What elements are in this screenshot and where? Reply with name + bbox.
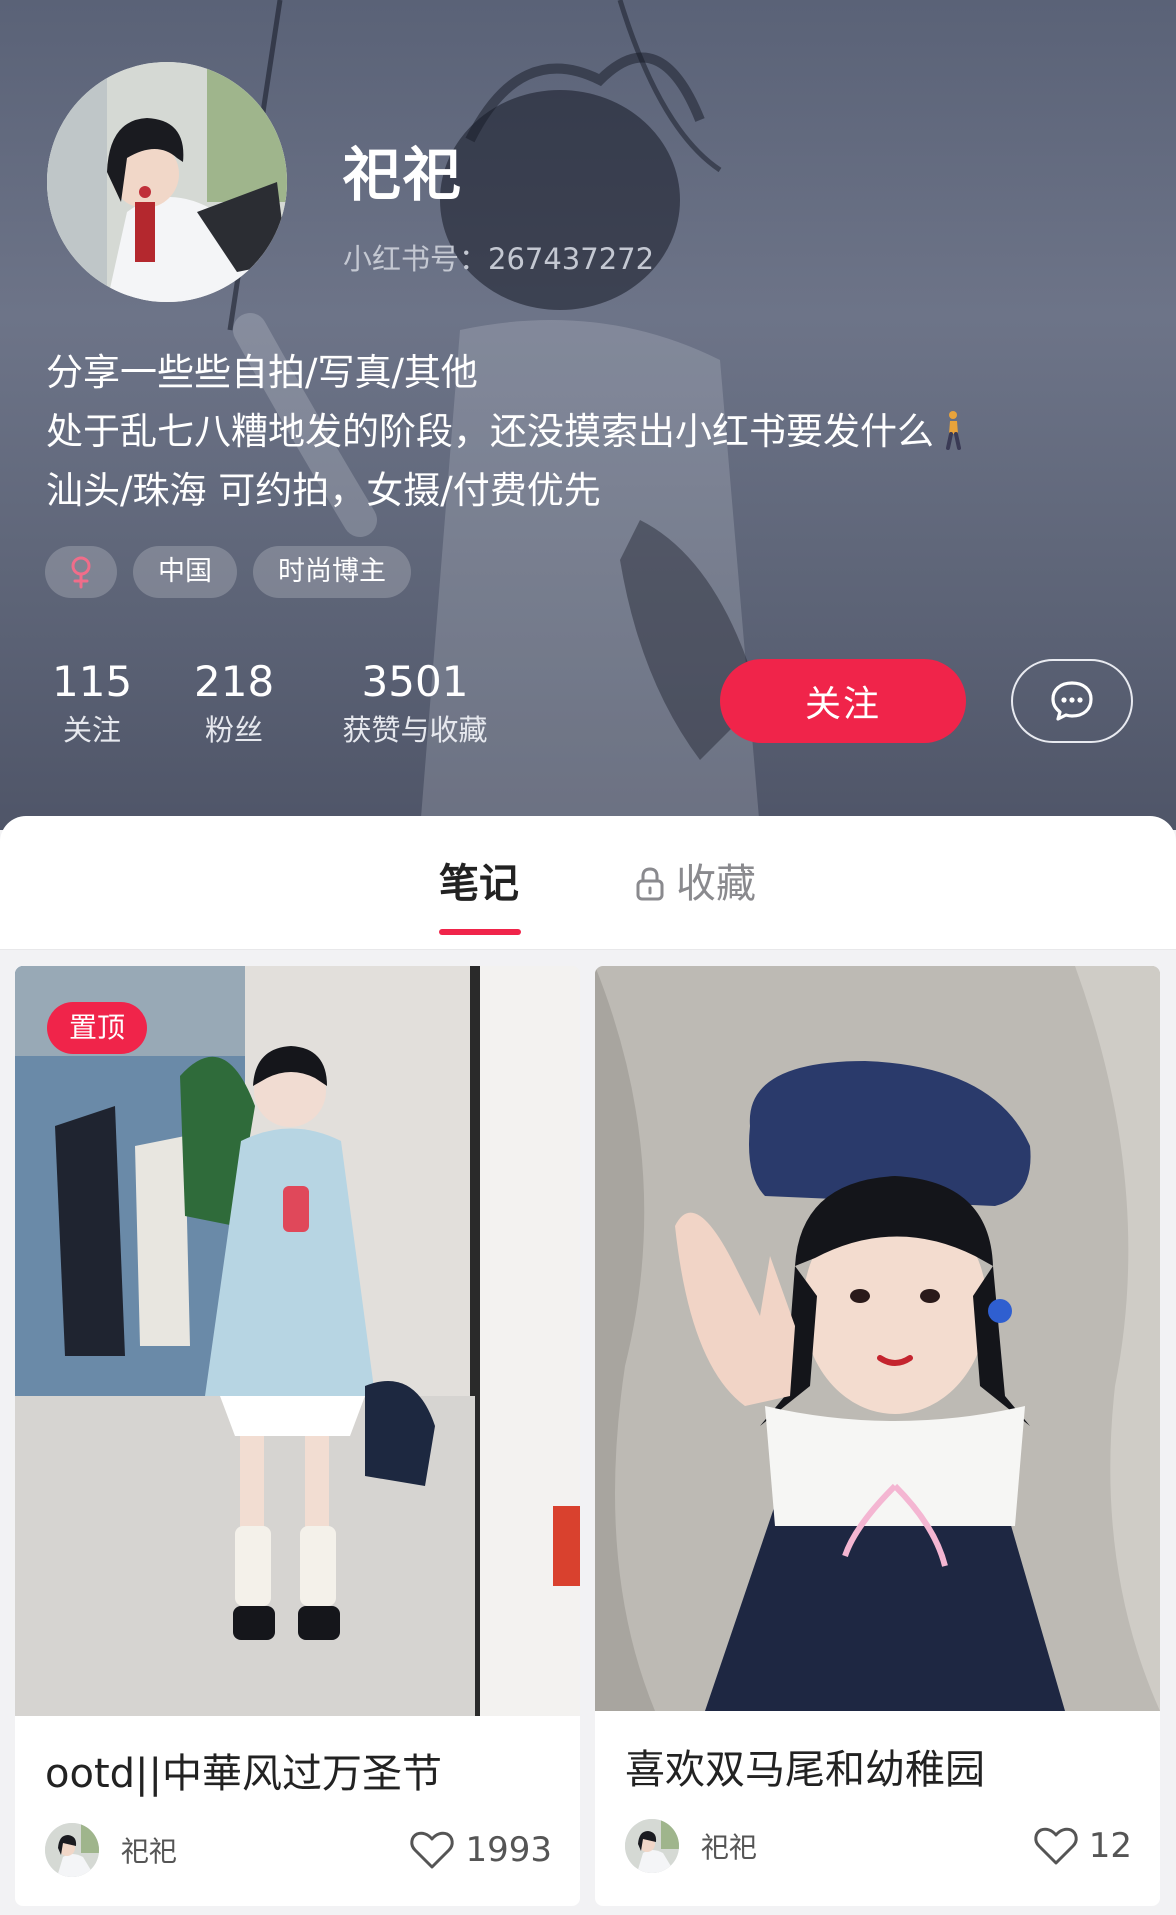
bio-line: 处于乱七八糟地发的阶段，还没摸索出小红书要发什么: [46, 407, 964, 466]
note-meta: 祀祀 12: [625, 1818, 1132, 1874]
note-card[interactable]: 喜欢双马尾和幼稚园 祀祀 12: [595, 966, 1160, 1906]
pinned-badge: 置顶: [47, 1002, 147, 1054]
message-button[interactable]: [1011, 659, 1133, 743]
tag-row: 中国 时尚博主: [45, 546, 411, 598]
note-title[interactable]: 喜欢双马尾和幼稚园: [625, 1737, 985, 1795]
lock-icon: [636, 867, 664, 901]
note-cover-image[interactable]: 置顶: [15, 966, 580, 1716]
like-count: 1993: [465, 1830, 552, 1870]
like-button[interactable]: 12: [1033, 1825, 1132, 1867]
tag-category: 时尚博主: [253, 546, 411, 598]
author-avatar[interactable]: [625, 1819, 679, 1873]
tag-region: 中国: [133, 546, 237, 598]
note-title[interactable]: ootd||中華风过万圣节: [45, 1741, 442, 1799]
note-cover-image[interactable]: [595, 966, 1160, 1711]
like-button[interactable]: 1993: [409, 1829, 552, 1871]
stat-followers-label: 粉丝: [204, 713, 263, 747]
heart-icon: [1034, 1827, 1078, 1865]
user-id: 小红书号：267437272: [343, 242, 655, 276]
note-cover-photo: [15, 966, 580, 1716]
stat-likes-collects-label: 获赞与收藏: [342, 713, 488, 747]
female-icon: [71, 556, 91, 589]
stat-likes-collects-count: 3501: [361, 657, 469, 706]
stat-following-count: 115: [52, 657, 133, 706]
stat-following-label: 关注: [62, 713, 121, 747]
walking-person-icon: [946, 411, 961, 450]
heart-icon: [410, 1831, 455, 1869]
author-name[interactable]: 祀祀: [121, 1830, 409, 1870]
tab-bar: 笔记 收藏: [0, 816, 1176, 950]
author-name[interactable]: 祀祀: [701, 1826, 1033, 1866]
follow-button[interactable]: 关注: [720, 659, 966, 743]
tab-notes[interactable]: 笔记: [439, 858, 519, 910]
note-cover-photo: [595, 966, 1160, 1711]
chat-bubble-icon: [1051, 681, 1093, 721]
tag-gender: [45, 546, 117, 598]
author-avatar-photo: [45, 1823, 99, 1877]
nickname: 祀祀: [343, 141, 464, 209]
author-avatar-photo: [625, 1819, 679, 1873]
bio-line: 分享一些些自拍/写真/其他: [46, 351, 478, 394]
tab-favorites[interactable]: 收藏: [634, 858, 756, 910]
note-meta: 祀祀 1993: [45, 1822, 552, 1878]
stat-likes-collects[interactable]: 3501 获赞与收藏: [330, 656, 500, 752]
stat-followers[interactable]: 218 粉丝: [194, 656, 274, 752]
note-card[interactable]: 置顶 ootd||中華风过万圣节 祀祀 1993: [15, 966, 580, 1906]
tab-favorites-label: 收藏: [676, 861, 756, 907]
like-count: 12: [1088, 1826, 1132, 1866]
active-tab-indicator: [439, 929, 521, 935]
bio-line-text: 处于乱七八糟地发的阶段，还没摸索出小红书要发什么: [46, 410, 934, 453]
avatar[interactable]: [47, 62, 287, 302]
stat-followers-count: 218: [194, 657, 275, 706]
bio: 分享一些些自拍/写真/其他 处于乱七八糟地发的阶段，还没摸索出小红书要发什么 汕…: [46, 348, 964, 525]
stat-following[interactable]: 115 关注: [52, 656, 132, 752]
avatar-photo: [47, 62, 287, 302]
profile-header: 祀祀 小红书号：267437272 分享一些些自拍/写真/其他 处于乱七八糟地发…: [0, 0, 1176, 830]
author-avatar[interactable]: [45, 1823, 99, 1877]
bio-line: 汕头/珠海 可约拍，女摄/付费优先: [46, 469, 601, 512]
